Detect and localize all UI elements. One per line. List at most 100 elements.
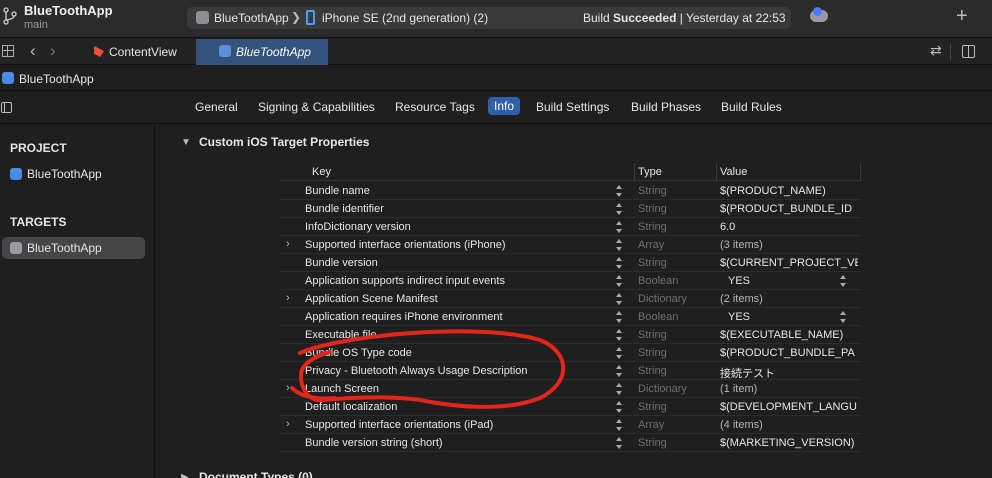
row-key[interactable]: Application Scene Manifest (305, 293, 438, 305)
row-key[interactable]: Default localization (305, 401, 397, 413)
tab-general[interactable]: General (195, 100, 238, 114)
column-divider (716, 163, 717, 181)
scheme-selector[interactable]: BlueToothApp ❯ iPhone SE (2nd generation… (187, 7, 791, 29)
key-stepper-icon[interactable] (615, 293, 623, 305)
key-stepper-icon[interactable] (615, 257, 623, 269)
chevron-down-icon[interactable]: ▼ (181, 137, 191, 148)
table-row[interactable]: Privacy - Bluetooth Always Usage Descrip… (280, 362, 861, 380)
target-item[interactable]: BlueToothApp (2, 237, 145, 259)
disclosure-chevron-icon[interactable]: › (286, 418, 290, 430)
row-value[interactable]: $(PRODUCT_NAME) (720, 185, 858, 197)
value-popup-icon[interactable] (839, 275, 847, 287)
column-type[interactable]: Type (638, 166, 662, 178)
key-stepper-icon[interactable] (615, 311, 623, 323)
row-key[interactable]: Bundle OS Type code (305, 347, 412, 359)
tab-build-rules[interactable]: Build Rules (721, 100, 782, 114)
row-value[interactable]: (4 items) (720, 419, 858, 431)
row-key[interactable]: Bundle version string (short) (305, 437, 443, 449)
row-value[interactable]: 6.0 (720, 221, 858, 233)
jump-bar-title[interactable]: BlueToothApp (19, 72, 94, 86)
row-key[interactable]: Supported interface orientations (iPhone… (305, 239, 506, 251)
project-icon (2, 72, 14, 84)
table-row[interactable]: › Supported interface orientations (iPhon… (280, 236, 861, 254)
row-value[interactable]: $(PRODUCT_BUNDLE_ID (720, 203, 858, 215)
table-row[interactable]: Bundle version String $(CURRENT_PROJECT_VE (280, 254, 861, 272)
section-title[interactable]: Custom iOS Target Properties (199, 135, 369, 149)
row-value[interactable]: (3 items) (720, 239, 858, 251)
key-stepper-icon[interactable] (615, 329, 623, 341)
table-row[interactable]: Default localization String $(DEVELOPMENT_… (280, 398, 861, 416)
back-icon[interactable]: ‹ (30, 41, 36, 61)
row-key[interactable]: Application supports indirect input even… (305, 275, 505, 287)
branch-name[interactable]: main (24, 19, 48, 31)
forward-icon[interactable]: › (50, 41, 56, 61)
row-key[interactable]: Bundle version (305, 257, 378, 269)
row-key[interactable]: Launch Screen (305, 383, 379, 395)
table-row[interactable]: › Launch Screen Dictionary (1 item) (280, 380, 861, 398)
tab-resource-tags[interactable]: Resource Tags (395, 100, 475, 114)
key-stepper-icon[interactable] (615, 221, 623, 233)
table-row[interactable]: Bundle identifier String $(PRODUCT_BUNDLE_… (280, 200, 861, 218)
key-stepper-icon[interactable] (615, 419, 623, 431)
settings-tab-bar: General Signing & Capabilities Resource … (0, 92, 992, 124)
table-row[interactable]: › Application Scene Manifest Dictionary (2 … (280, 290, 861, 308)
cloud-status-icon[interactable] (810, 7, 828, 22)
row-value[interactable]: $(DEVELOPMENT_LANGU (720, 401, 858, 413)
row-type: Boolean (638, 311, 679, 323)
chevron-right-icon[interactable]: ▶ (181, 472, 189, 478)
tab-build-settings[interactable]: Build Settings (536, 100, 609, 114)
disclosure-chevron-icon[interactable]: › (286, 292, 290, 304)
sidebar-toggle-icon[interactable] (1, 102, 12, 113)
add-icon[interactable]: + (956, 6, 968, 26)
table-row[interactable]: Bundle name String $(PRODUCT_NAME) (280, 182, 861, 200)
key-stepper-icon[interactable] (615, 203, 623, 215)
key-stepper-icon[interactable] (615, 437, 623, 449)
disclosure-chevron-icon[interactable]: › (286, 382, 290, 394)
column-divider (860, 163, 861, 181)
row-value[interactable]: (1 item) (720, 383, 858, 395)
project-item[interactable]: BlueToothApp (2, 163, 145, 185)
key-stepper-icon[interactable] (615, 275, 623, 287)
row-key[interactable]: Bundle name (305, 185, 370, 197)
column-key[interactable]: Key (312, 166, 331, 178)
column-value[interactable]: Value (720, 166, 747, 178)
tab-info[interactable]: Info (488, 97, 521, 115)
tab-build-phases[interactable]: Build Phases (631, 100, 701, 114)
key-stepper-icon[interactable] (615, 239, 623, 251)
key-stepper-icon[interactable] (615, 185, 623, 197)
row-key[interactable]: Bundle identifier (305, 203, 384, 215)
table-row[interactable]: Application requires iPhone environment B… (280, 308, 861, 326)
swap-icon[interactable]: ⇄ (930, 42, 942, 59)
table-row[interactable]: Bundle OS Type code String $(PRODUCT_BUNDL… (280, 344, 861, 362)
scheme-app-label[interactable]: BlueToothApp (214, 11, 289, 25)
tab-bluetoothapp[interactable]: BlueToothApp (196, 39, 328, 65)
tab-contentview[interactable]: ContentView (76, 39, 196, 65)
row-key[interactable]: Privacy - Bluetooth Always Usage Descrip… (305, 365, 528, 377)
key-stepper-icon[interactable] (615, 347, 623, 359)
row-key[interactable]: Application requires iPhone environment (305, 311, 503, 323)
row-key[interactable]: InfoDictionary version (305, 221, 411, 233)
row-value[interactable]: $(PRODUCT_BUNDLE_PA (720, 347, 858, 359)
table-row[interactable]: › Supported interface orientations (iPad)… (280, 416, 861, 434)
split-editor-icon[interactable] (962, 45, 975, 58)
tab-signing-capabilities[interactable]: Signing & Capabilities (258, 100, 375, 114)
disclosure-chevron-icon[interactable]: › (286, 238, 290, 250)
value-popup-icon[interactable] (839, 311, 847, 323)
row-value[interactable]: 接続テスト (720, 365, 858, 381)
key-stepper-icon[interactable] (615, 365, 623, 377)
table-row[interactable]: Executable file String $(EXECUTABLE_NAME) (280, 326, 861, 344)
run-destination[interactable]: iPhone SE (2nd generation) (2) (322, 11, 488, 25)
table-row[interactable]: InfoDictionary version String 6.0 (280, 218, 861, 236)
grid-icon[interactable] (2, 45, 14, 57)
key-stepper-icon[interactable] (615, 401, 623, 413)
row-value[interactable]: $(CURRENT_PROJECT_VE (720, 257, 858, 269)
row-value[interactable]: $(EXECUTABLE_NAME) (720, 329, 858, 341)
row-key[interactable]: Supported interface orientations (iPad) (305, 419, 493, 431)
table-row[interactable]: Bundle version string (short) String $(MAR… (280, 434, 861, 452)
section-title-document-types[interactable]: Document Types (0) (199, 470, 313, 478)
table-row[interactable]: Application supports indirect input even… (280, 272, 861, 290)
row-key[interactable]: Executable file (305, 329, 377, 341)
key-stepper-icon[interactable] (615, 383, 623, 395)
row-value[interactable]: $(MARKETING_VERSION) (720, 437, 858, 449)
row-value[interactable]: (2 items) (720, 293, 858, 305)
